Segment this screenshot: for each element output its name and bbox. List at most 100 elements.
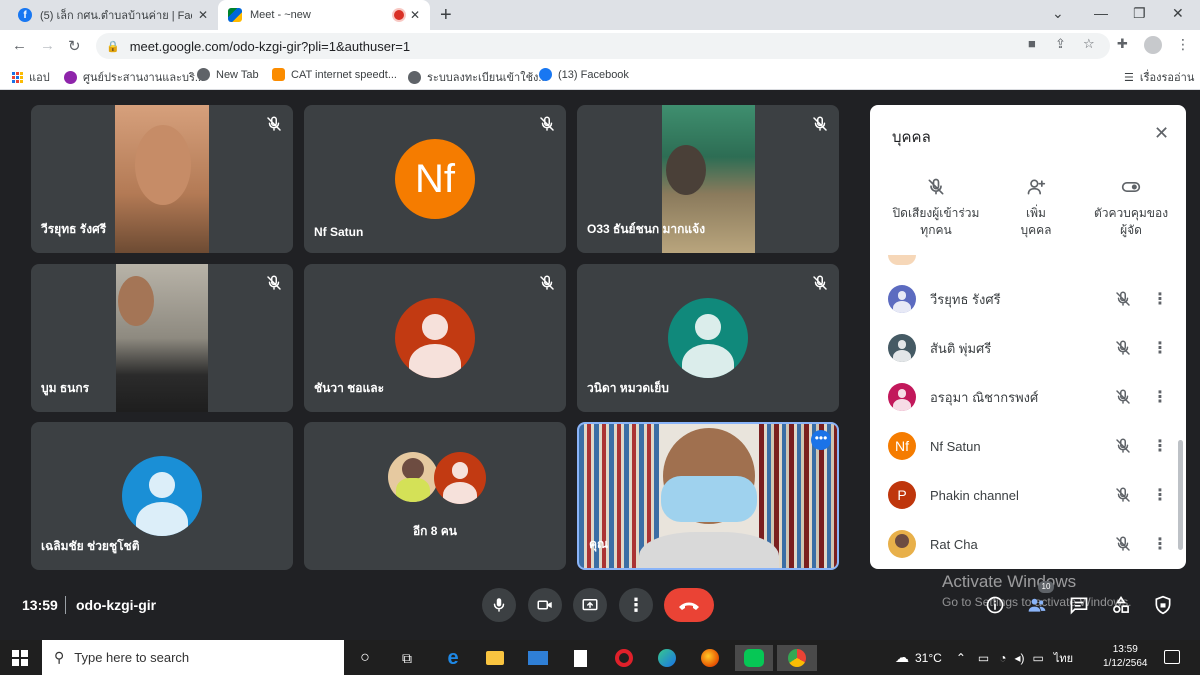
more-vert-icon[interactable]: ⋮ bbox=[1152, 534, 1168, 554]
more-vert-icon[interactable]: ⋮ bbox=[1152, 436, 1168, 456]
participant-tile[interactable]: บูม ธนกร bbox=[31, 264, 293, 412]
back-icon[interactable]: ← bbox=[12, 37, 27, 54]
participant-tile[interactable]: เฉลิมชัย ช่วยชูโชติ bbox=[31, 422, 293, 570]
more-vert-icon[interactable]: ⋮ bbox=[1152, 338, 1168, 358]
close-icon[interactable]: ✕ bbox=[410, 8, 420, 22]
bookmark-cat-speedtest[interactable]: CAT internet speedt... bbox=[272, 68, 397, 81]
windows-start-icon[interactable] bbox=[12, 650, 28, 666]
panel-scrollbar[interactable] bbox=[1178, 440, 1183, 550]
browser-toolbar: ← → ↻ 🔒 meet.google.com/odo-kzgi-gir?pli… bbox=[0, 30, 1200, 62]
participant-row[interactable]: P Phakin channel ⋮ bbox=[888, 480, 1174, 510]
participant-row[interactable]: วีรยุทธ รังศรี ⋮ bbox=[888, 284, 1174, 314]
more-vert-icon[interactable]: ⋮ bbox=[1152, 289, 1168, 309]
tab-facebook[interactable]: f (5) เล็ก กศน.ตำบลบ้านค่าย | Facebook ✕ bbox=[8, 0, 218, 30]
weather-icon[interactable]: ☁ bbox=[895, 649, 909, 666]
address-bar[interactable]: 🔒 meet.google.com/odo-kzgi-gir?pli=1&aut… bbox=[96, 33, 1110, 59]
edge-icon[interactable] bbox=[654, 645, 680, 671]
mic-off-icon[interactable] bbox=[1114, 339, 1132, 357]
self-tile[interactable]: ••• คุณ bbox=[577, 422, 839, 570]
notifications-icon[interactable] bbox=[1164, 650, 1180, 664]
participant-tile[interactable]: ชันวา ชอและ bbox=[304, 264, 566, 412]
profile-avatar[interactable] bbox=[1144, 36, 1162, 54]
host-controls-button[interactable]: ตัวควบคุมของ ผู้จัด bbox=[1086, 177, 1176, 239]
window-close-icon[interactable]: ✕ bbox=[1172, 5, 1184, 22]
network-icon[interactable]: ▭ bbox=[978, 651, 989, 665]
browser-menu-icon[interactable]: ⋮ bbox=[1176, 36, 1190, 53]
camera-icon[interactable]: ■ bbox=[1028, 36, 1036, 51]
chevron-up-icon[interactable]: ⌃ bbox=[956, 651, 966, 665]
more-options-icon[interactable]: ••• bbox=[811, 430, 831, 450]
mic-off-icon[interactable] bbox=[1114, 535, 1132, 553]
more-participants-tile[interactable]: อีก 8 คน bbox=[304, 422, 566, 570]
weather-temp[interactable]: 31°C bbox=[915, 651, 942, 665]
bookmark-star-icon[interactable]: ☆ bbox=[1083, 36, 1095, 52]
close-icon[interactable]: ✕ bbox=[198, 8, 208, 22]
bookmark-new-tab[interactable]: New Tab bbox=[197, 68, 259, 81]
info-icon[interactable] bbox=[985, 595, 1005, 615]
taskbar-clock[interactable]: 13:59 1/12/2564 bbox=[1103, 643, 1148, 671]
volume-icon[interactable]: ◂) bbox=[1014, 651, 1024, 665]
wifi-icon[interactable]: ◔ bbox=[999, 651, 1006, 665]
more-options-button[interactable]: ⋮ bbox=[619, 588, 653, 622]
lock-icon[interactable]: 🔒 bbox=[106, 40, 120, 53]
bookmark-apps[interactable]: แอป bbox=[12, 68, 50, 86]
participant-row[interactable]: Rat Cha ⋮ bbox=[888, 529, 1174, 559]
extensions-icon[interactable]: ✚ bbox=[1117, 36, 1128, 52]
camera-button[interactable] bbox=[528, 588, 562, 622]
participant-row[interactable]: Nf Nf Satun ⋮ bbox=[888, 431, 1174, 461]
keyboard-icon[interactable]: ▭ bbox=[1033, 651, 1044, 665]
person-icon bbox=[888, 285, 916, 313]
participant-name: วีรยุทธ รังศรี bbox=[41, 222, 107, 236]
mic-off-icon bbox=[813, 116, 827, 131]
document-icon[interactable] bbox=[567, 645, 593, 671]
participant-row[interactable]: อรอุมา ณิชากรพงศ์ ⋮ bbox=[888, 382, 1174, 412]
participant-tile[interactable]: วีรยุทธ รังศรี bbox=[31, 105, 293, 253]
action-label: ผู้จัด bbox=[1120, 223, 1142, 237]
bookmark-registration[interactable]: ระบบลงทะเบียนเข้าใช้ง... bbox=[408, 68, 548, 86]
taskbar-search[interactable]: ⚲ Type here to search bbox=[42, 640, 344, 675]
cortana-icon[interactable]: ○ bbox=[352, 645, 378, 671]
participant-tile[interactable]: O33 ธันย์ชนก มากแจ้ง bbox=[577, 105, 839, 253]
line-app-icon[interactable] bbox=[735, 645, 773, 671]
end-call-button[interactable] bbox=[664, 588, 714, 622]
bookmark-facebook[interactable]: (13) Facebook bbox=[539, 68, 629, 81]
present-screen-button[interactable] bbox=[573, 588, 607, 622]
tab-meet[interactable]: Meet - ~new ✕ bbox=[218, 0, 430, 30]
file-explorer-icon[interactable] bbox=[482, 645, 508, 671]
minimize-icon[interactable]: — bbox=[1094, 5, 1108, 21]
people-icon[interactable] bbox=[1027, 595, 1047, 615]
reload-icon[interactable]: ↻ bbox=[68, 37, 81, 55]
language-indicator[interactable]: ไทย bbox=[1054, 649, 1073, 667]
mic-off-icon[interactable] bbox=[1114, 388, 1132, 406]
reading-list[interactable]: ☰ เรื่องรออ่าน bbox=[1124, 68, 1194, 86]
share-icon[interactable]: ⇪ bbox=[1055, 36, 1066, 52]
chrome-icon[interactable] bbox=[777, 645, 817, 671]
chat-icon[interactable] bbox=[1069, 595, 1089, 615]
participant-name: วนิดา หมวดเย็บ bbox=[587, 381, 669, 395]
mic-off-icon[interactable] bbox=[1114, 486, 1132, 504]
body-shape bbox=[396, 478, 430, 502]
firefox-icon[interactable] bbox=[697, 645, 723, 671]
microphone-button[interactable] bbox=[482, 588, 516, 622]
mute-all-button[interactable]: ปิดเสียงผู้เข้าร่วม ทุกคน bbox=[886, 177, 986, 239]
add-people-button[interactable]: เพิ่ม บุคคล bbox=[1006, 177, 1066, 239]
more-vert-icon[interactable]: ⋮ bbox=[1152, 387, 1168, 407]
participant-tile[interactable]: วนิดา หมวดเย็บ bbox=[577, 264, 839, 412]
activities-icon[interactable] bbox=[1111, 595, 1131, 615]
mic-off-icon[interactable] bbox=[1114, 437, 1132, 455]
close-icon[interactable]: ✕ bbox=[1154, 123, 1169, 144]
host-shield-icon[interactable] bbox=[1153, 595, 1173, 615]
internet-explorer-icon[interactable]: e bbox=[440, 645, 466, 671]
more-vert-icon[interactable]: ⋮ bbox=[1152, 485, 1168, 505]
new-tab-button[interactable]: + bbox=[440, 4, 452, 27]
forward-icon[interactable]: → bbox=[40, 37, 55, 54]
participant-row[interactable]: สันติ พุ่มศรี ⋮ bbox=[888, 333, 1174, 363]
mail-icon[interactable] bbox=[525, 645, 551, 671]
opera-icon[interactable] bbox=[611, 645, 637, 671]
bookmark-center[interactable]: ศูนย์ประสานงานและบริ... bbox=[64, 68, 204, 86]
task-view-icon[interactable]: ⧉ bbox=[394, 645, 420, 671]
participant-tile[interactable]: Nf Nf Satun bbox=[304, 105, 566, 253]
mic-off-icon[interactable] bbox=[1114, 290, 1132, 308]
tab-search-icon[interactable]: ⌄ bbox=[1052, 5, 1064, 22]
restore-icon[interactable]: ❐ bbox=[1133, 5, 1146, 22]
